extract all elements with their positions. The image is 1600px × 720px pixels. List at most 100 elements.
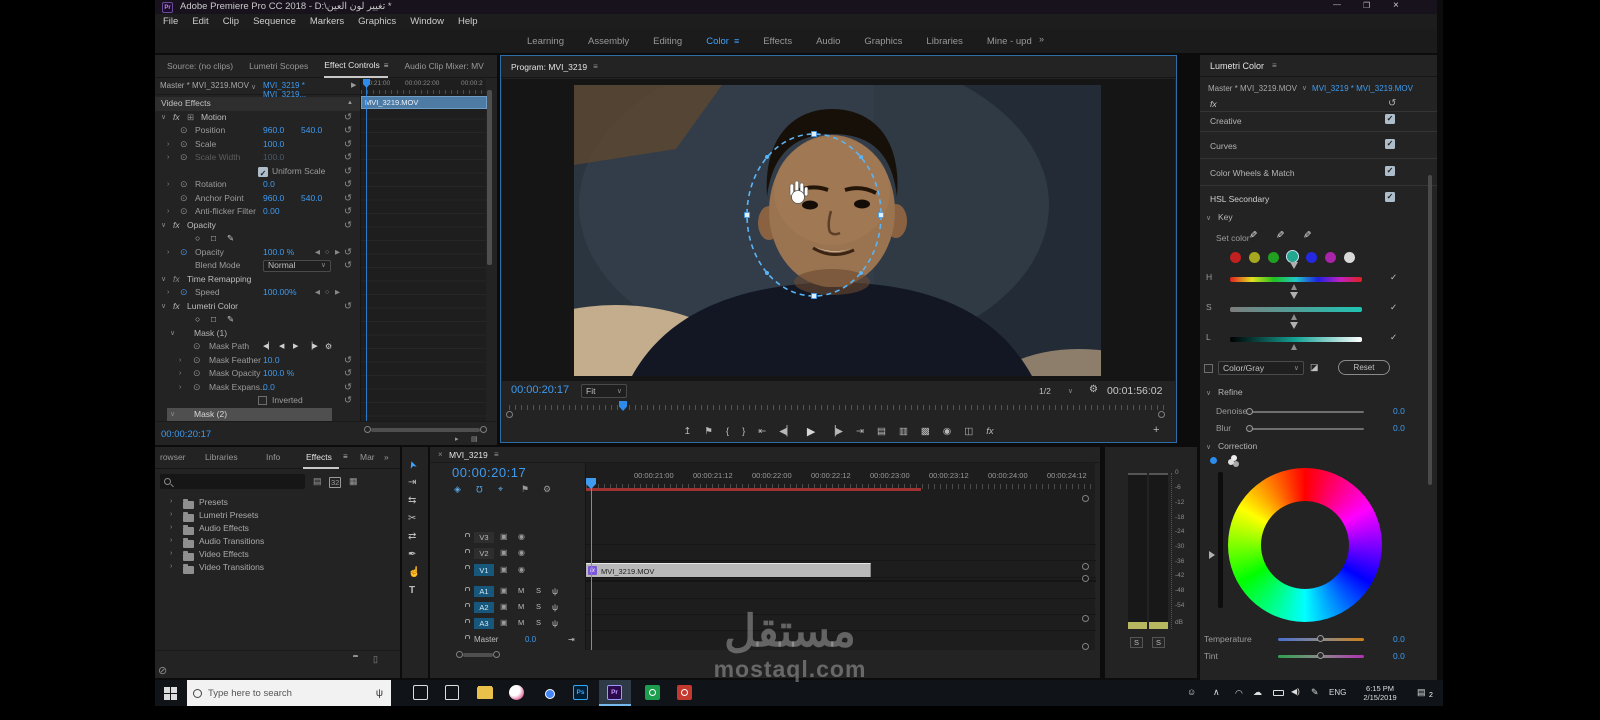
ec-row-position[interactable]: ⊙ Position 960.0 540.0 ↺ [155,124,360,138]
hue-slider[interactable] [1230,277,1362,282]
toggle-output-eye-icon[interactable]: ◉ [518,565,525,574]
export-frame-icon[interactable]: ↥ [683,426,691,437]
workspace-tab-color[interactable]: Color [706,36,729,47]
multicam-icon[interactable]: ▩ [921,426,930,437]
solo-left-button[interactable]: S [1130,637,1143,648]
lumetri-section-curves[interactable]: Curves [1210,141,1237,151]
ec-row-inverted[interactable]: Inverted ↺ [155,394,360,408]
track-target[interactable]: V3 [474,532,494,543]
tab-libraries[interactable]: Libraries [205,452,238,462]
eyedropper-icon[interactable]: ✎ [1247,230,1258,238]
reset-icon[interactable]: ↺ [344,124,352,138]
ec-row-speed[interactable]: › ⊙ Speed 100.00% ◀ ○ ▶ [155,286,360,300]
saturation-slider[interactable] [1230,307,1362,312]
reset-icon[interactable]: ↺ [344,381,352,395]
luma-handle-bottom[interactable] [1290,344,1297,350]
timeline-settings-wrench-icon[interactable]: ⚙ [543,484,551,495]
filter-yuv-icon[interactable]: ▦ [349,476,358,487]
track-header-v2[interactable]: V2 ▣ ◉ [430,546,584,561]
goto-out-icon[interactable]: ⇥ [856,426,864,437]
invert-mask-icon[interactable]: ◪ [1310,362,1319,373]
wifi-icon[interactable]: ◠ [1235,688,1243,699]
expander-icon[interactable]: › [167,205,169,219]
tab-effect-controls[interactable]: Effect Controls [324,60,380,70]
saturation-handle-bottom[interactable] [1290,314,1297,320]
menu-graphics[interactable]: Graphics [358,16,396,27]
selection-tool[interactable]: ➤ [407,459,420,471]
step-forward-icon[interactable]: ▕▶ [828,426,843,437]
play-only-icon[interactable]: ▸ [455,435,459,443]
stopwatch-icon[interactable]: ⊙ [193,381,201,395]
reset-icon[interactable]: ↺ [344,246,352,260]
timeline-playhead-line[interactable] [590,478,592,650]
tab-effects[interactable]: Effects [306,452,332,462]
track-forward-icon[interactable]: ▶ [293,340,298,354]
reset-button[interactable]: Reset [1338,360,1390,375]
minimize-button[interactable]: — [1333,0,1341,9]
playback-resolution-dropdown[interactable]: 1/2 ∨ [1035,384,1077,398]
color-wheels-icon[interactable] [1228,459,1234,465]
photos-app-icon[interactable] [509,685,524,700]
track-target-selected[interactable]: A1 [474,586,494,597]
hue-handle-top[interactable] [1290,262,1298,269]
swatch-yellow[interactable] [1249,252,1260,263]
ec-row-mask2[interactable]: ∨ Mask (2) [155,407,360,421]
track-header-v3[interactable]: V3 ▣ ◉ [430,530,584,545]
menu-clip[interactable]: Clip [223,16,239,27]
ellipse-mask-icon[interactable]: ○ [195,313,200,327]
checkbox-checked-icon[interactable]: ✓ [1385,192,1395,202]
effects-search-input[interactable] [160,474,305,489]
reset-icon[interactable]: ↺ [344,219,352,233]
mute-button[interactable]: M [518,586,524,595]
value[interactable]: 100.00% [263,286,297,300]
camera-snapshot-icon[interactable]: ◉ [943,426,951,437]
workspace-tab-editing[interactable]: Editing [653,36,682,47]
reset-icon[interactable]: ↺ [344,165,352,179]
track-header-v1[interactable]: V1 ▣ ◉ [430,562,584,578]
panel-menu-icon[interactable]: ≡ [494,450,499,459]
tint-handle[interactable] [1317,652,1324,659]
mute-button[interactable]: M [518,602,524,611]
pen-mask-icon[interactable]: ✎ [227,232,234,246]
hand-tool[interactable]: ☝ [408,567,420,578]
filter-32bit-icon[interactable]: 32 [329,477,342,488]
menu-help[interactable]: Help [458,16,478,27]
add-marker-icon[interactable]: ⚑ [704,426,713,437]
vertical-scrollbar[interactable] [487,90,492,265]
workspace-tab-effects[interactable]: Effects [763,36,792,47]
list-item[interactable]: › Lumetri Presets [155,508,400,522]
expander-icon[interactable]: › [179,381,181,395]
tab-lumetri-scopes[interactable]: Lumetri Scopes [249,61,308,71]
expander-icon[interactable]: ∨ [161,273,166,287]
rect-mask-icon[interactable]: □ [211,232,216,246]
language-indicator[interactable]: ENG [1329,688,1346,697]
toggle-output-eye-icon[interactable]: ◉ [518,548,525,557]
workspace-menu-icon[interactable]: ≡ [734,36,739,46]
timeline-zoom-right-handle[interactable] [493,651,500,658]
timeline-timecode[interactable]: 00:00:20:17 [452,465,526,480]
step-back-icon[interactable]: ◀▏ [779,426,794,437]
ec-row-lumetri[interactable]: ∨ fx Lumetri Color ↺ [155,300,360,314]
master-gain-value[interactable]: 0.0 [525,635,536,644]
expander-icon[interactable]: ∨ [1206,389,1211,397]
track-resize-handle[interactable] [1082,563,1089,570]
swatch-white[interactable] [1344,252,1355,263]
source-patch-icon[interactable]: ▣ [500,548,508,557]
tab-info[interactable]: Info [266,452,280,462]
hue-enabled-check[interactable]: ✓ [1390,272,1397,283]
taskbar-search-input[interactable]: Type here to search ψ [187,680,391,706]
ec-row-antiflicker[interactable]: › ⊙ Anti-flicker Filter 0.00 ↺ [155,205,360,219]
ec-row-opacity-value[interactable]: › ⊙ Opacity 100.0 % ◀ ○ ▶ ↺ [155,246,360,260]
hue-color-wheel[interactable] [1228,468,1382,622]
hscroll-bar[interactable] [371,428,480,432]
value[interactable]: 100.0 % [263,246,294,260]
list-item[interactable]: › Presets [155,495,400,509]
workspace-tab-assembly[interactable]: Assembly [588,36,629,47]
reset-icon[interactable]: ↺ [344,259,352,273]
reset-icon[interactable]: ↺ [344,205,352,219]
pen-mask-icon[interactable]: ✎ [227,313,234,327]
reset-icon[interactable]: ↺ [344,111,352,125]
action-center-icon[interactable]: ▤ [1417,687,1426,698]
list-item[interactable]: › Video Transitions [155,560,400,574]
step-back-icon[interactable]: ◀ [279,340,284,354]
